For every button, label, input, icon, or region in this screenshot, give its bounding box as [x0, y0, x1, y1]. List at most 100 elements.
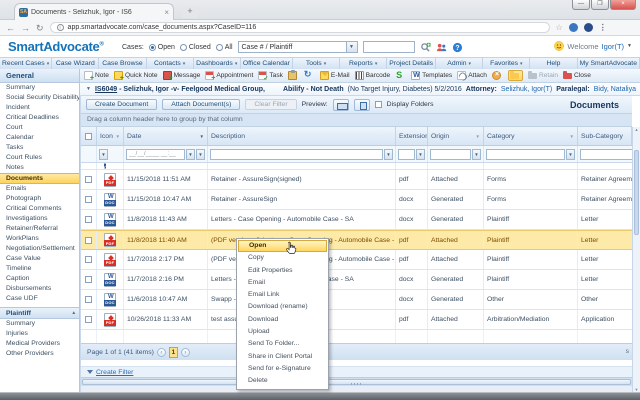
context-menu-item[interactable]: Download — [238, 314, 327, 326]
table-row[interactable]: 11/15/2018 10:47 AM Retainer - AssureSig… — [81, 190, 632, 210]
sidebar-item[interactable]: Critical Comments — [0, 204, 79, 214]
window-close-button[interactable]: × — [610, 0, 636, 10]
origin-filter-funnel-icon[interactable]: ▼ — [472, 149, 481, 160]
menu-item[interactable]: Tools — [293, 58, 340, 69]
menu-item[interactable]: Help — [530, 58, 577, 69]
back-icon[interactable]: ← — [6, 22, 15, 34]
table-row[interactable]: 11/7/2018 2:17 PM (PDF version of) Lette… — [81, 250, 632, 270]
sidebar-item[interactable]: Negotiation/Settlement — [0, 244, 79, 254]
sidebar-item[interactable]: Case Value — [0, 254, 79, 264]
window-restore-button[interactable]: ❐ — [591, 0, 609, 10]
contact-search-icon[interactable] — [436, 42, 447, 53]
group-by-bar[interactable]: Drag a column header here to group by th… — [81, 114, 632, 127]
description-filter-funnel-icon[interactable]: ▼ — [384, 149, 393, 160]
column-header[interactable]: Sub-Category — [578, 127, 632, 145]
table-row[interactable]: 11/6/2018 10:47 AM Swapp - docx Generate… — [81, 290, 632, 310]
reload-icon[interactable]: ↻ — [36, 22, 44, 34]
sidebar-item[interactable]: Photograph — [0, 194, 79, 204]
toolbar-button[interactable] — [304, 71, 315, 80]
create-filter-link[interactable]: Create Filter — [96, 369, 133, 376]
row-checkbox[interactable] — [85, 237, 92, 244]
bookmark-icon[interactable]: ☆ — [556, 23, 563, 32]
cell-description[interactable]: Retainer - AssureSign(signed) — [208, 170, 396, 189]
browser-menu-icon[interactable]: ⋮ — [599, 23, 607, 32]
menu-item[interactable]: Dashboards — [194, 58, 241, 69]
sidebar-item[interactable]: Emails — [0, 184, 79, 194]
toolbar-button[interactable]: Barcode — [355, 71, 391, 80]
case-status-radio[interactable]: Closed — [180, 44, 211, 51]
toolbar-button[interactable] — [288, 71, 299, 80]
row-checkbox[interactable] — [85, 256, 92, 263]
attorney-name[interactable]: Selizhuk, Igor(T) — [501, 86, 552, 93]
context-menu-item[interactable]: Download (rename) — [238, 301, 327, 313]
column-header[interactable]: Icon — [97, 127, 124, 145]
attach-documents-button[interactable]: Attach Document(s) — [162, 99, 240, 110]
preview-horizontal-button[interactable] — [333, 99, 349, 111]
column-header[interactable]: Description — [208, 127, 396, 145]
date-filter-input[interactable] — [126, 149, 185, 160]
extension-filter-input[interactable] — [398, 149, 415, 160]
tab-close-icon[interactable]: × — [164, 8, 169, 17]
toolbar-button[interactable]: Attach — [457, 71, 487, 80]
user-menu[interactable]: Welcome Igor(T) ▼ — [554, 41, 632, 51]
toolbar-button[interactable]: Close — [563, 71, 591, 80]
origin-filter-input[interactable] — [430, 149, 471, 160]
row-checkbox[interactable] — [85, 216, 92, 223]
expand-icon[interactable]: ▼ — [86, 86, 91, 92]
extension-filter-funnel-icon[interactable]: ▼ — [416, 149, 425, 160]
column-header[interactable]: Category — [484, 127, 578, 145]
row-checkbox[interactable] — [85, 176, 92, 183]
next-page-icon[interactable]: › — [181, 348, 190, 357]
context-menu-item[interactable]: Edit Properties — [238, 265, 327, 277]
toolbar-button[interactable]: Task — [258, 71, 283, 80]
menu-item[interactable]: Office Calendar — [241, 58, 293, 69]
vertical-scrollbar[interactable]: ▲ ▼ — [632, 127, 640, 392]
radio-icon[interactable] — [216, 44, 223, 51]
subcategory-filter-input[interactable] — [580, 149, 640, 160]
sidebar-item[interactable]: Summary — [0, 83, 79, 93]
row-checkbox[interactable] — [85, 316, 92, 323]
help-icon[interactable]: ? — [452, 42, 463, 53]
radio-icon[interactable] — [149, 44, 156, 51]
table-row[interactable]: 10/26/2018 11:33 AM test assu pdf Attach… — [81, 310, 632, 330]
horizontal-scrollbar-thumb[interactable] — [82, 379, 631, 385]
profile-icon[interactable] — [584, 23, 593, 32]
sidebar-item[interactable]: Caption — [0, 274, 79, 284]
select-all-checkbox[interactable] — [81, 127, 97, 145]
case-status-radio[interactable]: All — [216, 44, 233, 51]
sidebar-item[interactable]: Summary — [0, 319, 79, 329]
sidebar-item[interactable]: Tasks — [0, 143, 79, 153]
category-filter-funnel-icon[interactable]: ▼ — [566, 149, 575, 160]
column-header[interactable]: Extension — [396, 127, 428, 145]
date-filter-funnel-icon[interactable]: ▼ — [196, 149, 205, 160]
category-filter-input[interactable] — [486, 149, 565, 160]
toolbar-button[interactable]: Message — [163, 71, 201, 80]
sidebar-section-general[interactable]: General — [0, 69, 80, 83]
menu-item[interactable]: Case Wizard — [52, 58, 99, 69]
menu-item[interactable]: Recent Cases — [0, 58, 52, 69]
sidebar-item[interactable]: Injuries — [0, 329, 79, 339]
column-header[interactable]: Date — [124, 127, 208, 145]
sidebar-item[interactable]: Court Rules — [0, 153, 79, 163]
sidebar-item[interactable]: Court — [0, 123, 79, 133]
menu-item[interactable]: Favorites — [483, 58, 530, 69]
table-row[interactable]: 11/8/2018 11:43 AM Letters - Case Openin… — [81, 210, 632, 230]
sidebar-item[interactable]: Social Security Disability — [0, 93, 79, 103]
preview-vertical-button[interactable] — [354, 99, 370, 111]
row-checkbox[interactable] — [85, 296, 92, 303]
vertical-scrollbar-thumb[interactable] — [634, 150, 639, 235]
paralegal-name[interactable]: Bidy, Nataliya — [594, 86, 636, 93]
sidebar-item[interactable]: Timeline — [0, 264, 79, 274]
window-minimize-button[interactable]: — — [572, 0, 590, 10]
context-menu-item[interactable]: Upload — [238, 326, 327, 338]
scroll-up-icon[interactable]: ▲ — [633, 127, 640, 132]
sidebar-item[interactable]: Investigations — [0, 214, 79, 224]
sidebar-item[interactable]: Retainer/Referral — [0, 224, 79, 234]
icon-filter-icon[interactable]: ▼ — [99, 149, 108, 160]
sidebar-item[interactable]: Other Providers — [0, 349, 79, 359]
table-row[interactable]: 11/7/2018 2:16 PM Letters - Case Opening… — [81, 270, 632, 290]
sidebar-item[interactable]: Disbursements — [0, 284, 79, 294]
menu-item[interactable]: My SmartAdvocate — [578, 58, 640, 69]
sidebar-item[interactable]: Incident — [0, 103, 79, 113]
new-tab-button[interactable]: + — [182, 6, 198, 18]
